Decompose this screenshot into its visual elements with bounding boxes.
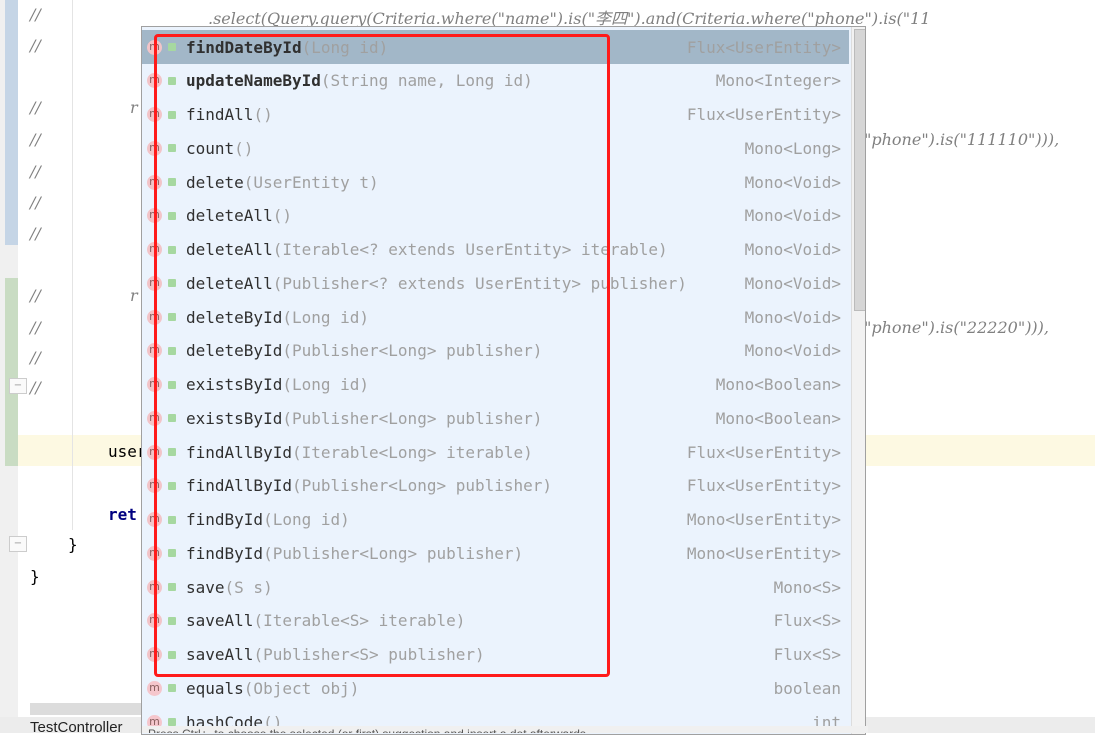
comment-marker: // <box>30 286 41 305</box>
comment-marker: // <box>30 130 41 149</box>
code-line[interactable]: } <box>68 535 78 554</box>
comment-marker: // <box>30 36 41 55</box>
return-type: Mono<Void> <box>744 172 841 192</box>
public-access-icon <box>168 684 176 693</box>
return-type: Mono<Void> <box>744 341 841 361</box>
comment-marker: // <box>30 224 41 243</box>
change-marker-added[interactable] <box>5 278 18 466</box>
method-icon: m <box>147 680 162 696</box>
scrollbar-thumb[interactable] <box>854 29 865 311</box>
fold-icon[interactable]: − <box>9 536 27 552</box>
return-type: Mono<UserEntity> <box>686 543 841 563</box>
indent-guide <box>72 0 73 530</box>
code-line[interactable]: r <box>130 98 138 117</box>
code-line[interactable]: } <box>30 567 40 586</box>
public-access-icon <box>168 718 176 726</box>
return-type: Mono<Void> <box>744 307 841 327</box>
comment-marker: // <box>30 5 41 24</box>
return-type: Flux<UserEntity> <box>686 105 841 124</box>
comment-marker: // <box>30 193 41 212</box>
comment-marker: // <box>30 378 41 397</box>
return-type: Flux<UserEntity> <box>686 37 841 57</box>
return-type: Mono<Void> <box>744 273 841 293</box>
comment-marker: // <box>30 162 41 181</box>
highlight-annotation-box <box>154 34 610 677</box>
code-line[interactable]: "phone").is("111110"))), <box>864 130 1059 149</box>
editor-tab-testcontroller[interactable]: TestController <box>30 719 123 736</box>
fold-icon[interactable]: − <box>9 378 27 394</box>
code-line[interactable]: r <box>130 286 138 305</box>
return-type: Flux<S> <box>773 645 841 664</box>
popup-scrollbar[interactable] <box>851 27 865 734</box>
return-type: Mono<Void> <box>744 206 841 226</box>
comment-marker: // <box>30 318 41 337</box>
horizontal-scrollbar[interactable] <box>30 703 142 715</box>
return-type: Flux<UserEntity> <box>686 476 841 496</box>
return-type: Flux<S> <box>773 611 841 631</box>
comment-marker: // <box>30 98 41 117</box>
method-name: equals <box>186 678 244 698</box>
change-marker-modified[interactable] <box>5 0 18 245</box>
return-type: Mono<Long> <box>744 138 841 158</box>
return-type: Mono<S> <box>773 577 841 597</box>
code-line[interactable]: ret <box>108 505 137 524</box>
method-params: (Object obj) <box>243 678 360 698</box>
return-type: Mono<Boolean> <box>715 375 841 394</box>
code-line[interactable]: "phone").is("22220"))), <box>864 318 1049 337</box>
return-type: Mono<Integer> <box>715 71 841 91</box>
completion-hint: Press Ctrl+. to choose the selected (or … <box>142 726 868 733</box>
return-type: Mono<Void> <box>744 240 841 259</box>
return-type: Flux<UserEntity> <box>686 442 841 462</box>
return-type: Mono<UserEntity> <box>686 510 841 529</box>
return-type: Mono<Boolean> <box>715 408 841 428</box>
comment-marker: // <box>30 348 41 367</box>
return-type: boolean <box>773 678 841 698</box>
